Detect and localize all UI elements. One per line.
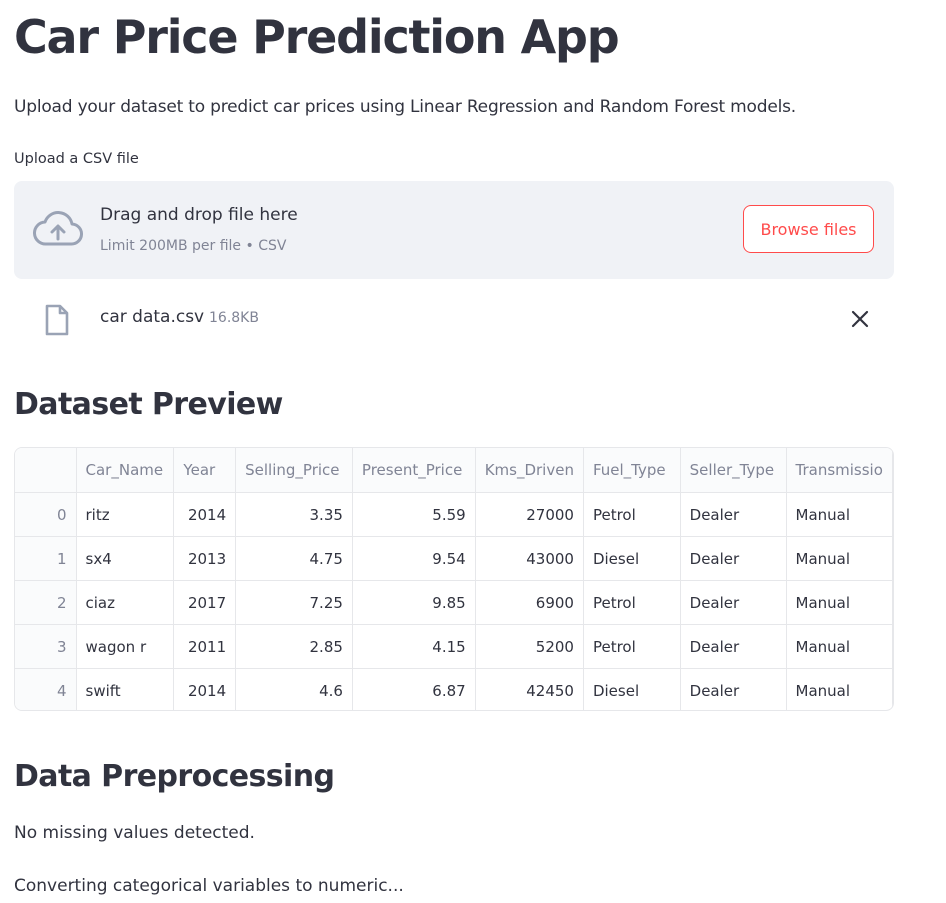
table-cell[interactable]: Manual bbox=[786, 624, 893, 669]
file-icon bbox=[45, 304, 69, 336]
table-cell[interactable]: 2.85 bbox=[235, 624, 353, 669]
cloud-upload-icon bbox=[33, 211, 83, 246]
table-header-row: Car_Name Year Selling_Price Present_Price Km… bbox=[15, 448, 893, 493]
table-cell[interactable]: Petrol bbox=[583, 492, 681, 537]
table-cell[interactable]: ciaz bbox=[76, 580, 175, 625]
table-cell[interactable]: Dealer bbox=[680, 492, 787, 537]
table-row: 2 ciaz 2017 7.25 9.85 6900 Petrol Dealer Manual bbox=[15, 580, 893, 625]
table-cell[interactable]: 3.35 bbox=[235, 492, 353, 537]
table-cell[interactable]: 5200 bbox=[475, 624, 584, 669]
table-cell[interactable]: 2017 bbox=[173, 580, 237, 625]
table-cell[interactable]: swift bbox=[76, 668, 175, 710]
row-index[interactable]: 4 bbox=[15, 668, 77, 710]
table-cell[interactable]: 6.87 bbox=[352, 668, 476, 710]
table-cell[interactable]: 9.85 bbox=[352, 580, 476, 625]
dropzone-limit: Limit 200MB per file • CSV bbox=[100, 238, 287, 254]
uploaded-file-row: car data.csv 16.8KB bbox=[14, 298, 894, 342]
column-header[interactable]: Car_Name bbox=[76, 448, 175, 493]
dropzone-instruction: Drag and drop file here bbox=[100, 205, 298, 225]
index-header[interactable] bbox=[15, 448, 77, 493]
table-cell[interactable]: 27000 bbox=[475, 492, 584, 537]
column-header[interactable]: Seller_Type bbox=[680, 448, 787, 493]
close-icon[interactable] bbox=[850, 309, 870, 329]
table-cell[interactable]: ritz bbox=[76, 492, 175, 537]
table-row: 3 wagon r 2011 2.85 4.15 5200 Petrol Dealer Manu… bbox=[15, 624, 893, 669]
uploaded-file-size: 16.8KB bbox=[209, 310, 259, 326]
table-cell[interactable]: sx4 bbox=[76, 536, 175, 581]
file-dropzone[interactable]: Drag and drop file here Limit 200MB per … bbox=[14, 181, 894, 279]
table-cell[interactable]: 2011 bbox=[173, 624, 237, 669]
row-index[interactable]: 1 bbox=[15, 536, 77, 581]
table-cell[interactable]: Dealer bbox=[680, 624, 787, 669]
row-index[interactable]: 2 bbox=[15, 580, 77, 625]
table-cell[interactable]: 42450 bbox=[475, 668, 584, 710]
table-row: 0 ritz 2014 3.35 5.59 27000 Petrol Dealer Manual bbox=[15, 492, 893, 537]
table-cell[interactable]: Manual bbox=[786, 536, 893, 581]
browse-files-button[interactable]: Browse files bbox=[743, 205, 874, 253]
dataset-preview-table[interactable]: Car_Name Year Selling_Price Present_Price Km… bbox=[14, 447, 894, 711]
table-row: 4 swift 2014 4.6 6.87 42450 Diesel Dealer Manual bbox=[15, 668, 893, 710]
table-cell[interactable]: Dealer bbox=[680, 668, 787, 710]
table-cell[interactable]: Diesel bbox=[583, 668, 681, 710]
table-cell[interactable]: 2013 bbox=[173, 536, 237, 581]
column-header[interactable]: Fuel_Type bbox=[583, 448, 681, 493]
data-preprocessing-heading: Data Preprocessing bbox=[14, 759, 335, 794]
missing-values-message: No missing values detected. bbox=[14, 823, 255, 843]
row-index[interactable]: 0 bbox=[15, 492, 77, 537]
column-header[interactable]: Kms_Driven bbox=[475, 448, 584, 493]
table-cell[interactable]: 2014 bbox=[173, 668, 237, 710]
table-cell[interactable]: Dealer bbox=[680, 580, 787, 625]
table-cell[interactable]: Petrol bbox=[583, 580, 681, 625]
table-row: 1 sx4 2013 4.75 9.54 43000 Diesel Dealer Manual bbox=[15, 536, 893, 581]
table-cell[interactable]: 7.25 bbox=[235, 580, 353, 625]
column-header[interactable]: Present_Price bbox=[352, 448, 476, 493]
column-header[interactable]: Year bbox=[173, 448, 237, 493]
table-cell[interactable]: 4.6 bbox=[235, 668, 353, 710]
table-cell[interactable]: 2014 bbox=[173, 492, 237, 537]
table-cell[interactable]: 4.75 bbox=[235, 536, 353, 581]
table-cell[interactable]: Manual bbox=[786, 580, 893, 625]
column-header[interactable]: Transmissio bbox=[786, 448, 893, 493]
table-cell[interactable]: 5.59 bbox=[352, 492, 476, 537]
converting-message: Converting categorical variables to nume… bbox=[14, 876, 404, 896]
table-cell[interactable]: Petrol bbox=[583, 624, 681, 669]
table-cell[interactable]: 43000 bbox=[475, 536, 584, 581]
dataset-preview-heading: Dataset Preview bbox=[14, 387, 283, 422]
table-cell[interactable]: Manual bbox=[786, 668, 893, 710]
table-cell[interactable]: 4.15 bbox=[352, 624, 476, 669]
page-subtitle: Upload your dataset to predict car price… bbox=[14, 97, 796, 117]
page-title: Car Price Prediction App bbox=[14, 10, 620, 64]
column-header[interactable]: Selling_Price bbox=[235, 448, 353, 493]
uploaded-file-name: car data.csv bbox=[100, 307, 205, 327]
row-index[interactable]: 3 bbox=[15, 624, 77, 669]
table-cell[interactable]: Dealer bbox=[680, 536, 787, 581]
upload-label: Upload a CSV file bbox=[14, 151, 139, 167]
table-cell[interactable]: Diesel bbox=[583, 536, 681, 581]
table-cell[interactable]: 6900 bbox=[475, 580, 584, 625]
table-cell[interactable]: wagon r bbox=[76, 624, 175, 669]
table-cell[interactable]: Manual bbox=[786, 492, 893, 537]
table-cell[interactable]: 9.54 bbox=[352, 536, 476, 581]
